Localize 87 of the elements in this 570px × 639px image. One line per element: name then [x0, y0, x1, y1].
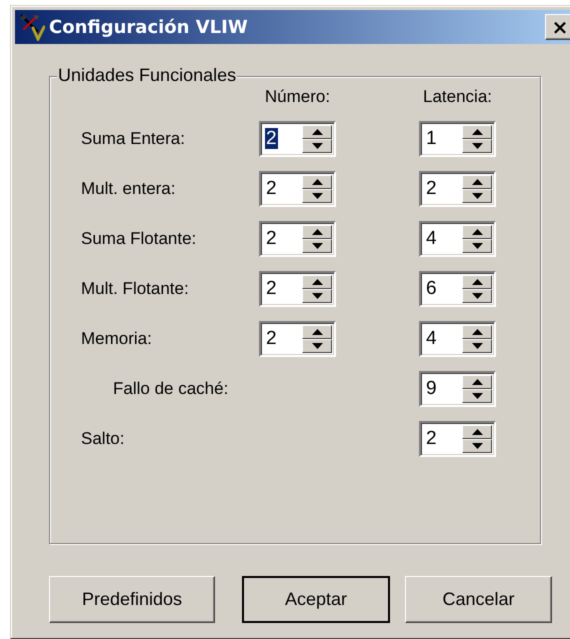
- spin-up-button[interactable]: [462, 325, 492, 339]
- up-arrow-icon: [312, 229, 322, 235]
- field-label: Mult. Flotante:: [81, 279, 190, 299]
- dialog-button[interactable]: Aceptar: [242, 576, 390, 623]
- field-label: Memoria:: [81, 329, 153, 349]
- spin-up-button[interactable]: [302, 125, 332, 139]
- spin-box[interactable]: 2: [259, 321, 336, 357]
- spin-up-button[interactable]: [302, 325, 332, 339]
- spin-box[interactable]: 2: [259, 221, 336, 257]
- spin-value: 4: [425, 228, 438, 249]
- spin-value: 2: [265, 278, 278, 299]
- up-arrow-icon: [312, 179, 322, 185]
- spin-box[interactable]: 2: [259, 271, 336, 307]
- spin-up-button[interactable]: [462, 425, 492, 439]
- spin-up-button[interactable]: [462, 125, 492, 139]
- up-arrow-icon: [472, 329, 482, 335]
- spin-down-button[interactable]: [302, 239, 332, 253]
- spin-value: 2: [265, 328, 278, 349]
- spin-up-button[interactable]: [302, 275, 332, 289]
- down-arrow-icon: [312, 193, 322, 199]
- down-arrow-icon: [312, 293, 322, 299]
- spin-down-button[interactable]: [462, 239, 492, 253]
- spin-value: 2: [265, 128, 278, 149]
- spin-value: 2: [425, 178, 438, 199]
- spin-down-button[interactable]: [462, 289, 492, 303]
- down-arrow-icon: [312, 243, 322, 249]
- spin-up-button[interactable]: [462, 225, 492, 239]
- down-arrow-icon: [472, 393, 482, 399]
- down-arrow-icon: [312, 143, 322, 149]
- up-arrow-icon: [472, 379, 482, 385]
- column-header: Latencia:: [422, 87, 493, 107]
- up-arrow-icon: [312, 129, 322, 135]
- spin-up-button[interactable]: [462, 175, 492, 189]
- spin-box[interactable]: 9: [419, 371, 496, 407]
- down-arrow-icon: [472, 143, 482, 149]
- down-arrow-icon: [472, 243, 482, 249]
- spin-value: 6: [425, 278, 438, 299]
- up-arrow-icon: [312, 329, 322, 335]
- up-arrow-icon: [472, 129, 482, 135]
- spin-value: 2: [425, 428, 438, 449]
- down-arrow-icon: [472, 343, 482, 349]
- spin-down-button[interactable]: [302, 189, 332, 203]
- field-label: Mult. entera:: [81, 179, 176, 199]
- up-arrow-icon: [472, 429, 482, 435]
- spin-down-button[interactable]: [462, 389, 492, 403]
- up-arrow-icon: [472, 279, 482, 285]
- spin-box[interactable]: 4: [419, 221, 496, 257]
- spin-value: 4: [425, 328, 438, 349]
- spin-up-button[interactable]: [302, 175, 332, 189]
- spin-box[interactable]: 6: [419, 271, 496, 307]
- spin-box[interactable]: 1: [419, 121, 496, 157]
- dialog-button[interactable]: Predefinidos: [49, 576, 215, 623]
- spin-value: 1: [425, 128, 438, 149]
- spin-box[interactable]: 2: [419, 171, 496, 207]
- close-button[interactable]: ×: [545, 14, 570, 40]
- tools-icon: [19, 13, 45, 41]
- up-arrow-icon: [312, 279, 322, 285]
- spin-box[interactable]: 2: [259, 121, 336, 157]
- spin-up-button[interactable]: [302, 225, 332, 239]
- spin-down-button[interactable]: [302, 339, 332, 353]
- down-arrow-icon: [472, 443, 482, 449]
- spin-box[interactable]: 2: [259, 171, 336, 207]
- spin-box[interactable]: 2: [419, 421, 496, 457]
- field-label: Fallo de caché:: [112, 379, 230, 399]
- field-label: Salto:: [81, 429, 126, 449]
- column-header: Número:: [264, 87, 332, 107]
- down-arrow-icon: [472, 193, 482, 199]
- spin-value: 9: [425, 378, 438, 399]
- spin-up-button[interactable]: [462, 375, 492, 389]
- spin-up-button[interactable]: [462, 275, 492, 289]
- field-label: Suma Flotante:: [81, 229, 198, 249]
- down-arrow-icon: [312, 343, 322, 349]
- spin-down-button[interactable]: [462, 139, 492, 153]
- field-label: Suma Entera:: [81, 129, 186, 149]
- up-arrow-icon: [472, 179, 482, 185]
- down-arrow-icon: [472, 293, 482, 299]
- spin-box[interactable]: 4: [419, 321, 496, 357]
- spin-down-button[interactable]: [302, 289, 332, 303]
- window-title: Configuración VLIW: [49, 16, 249, 38]
- up-arrow-icon: [472, 229, 482, 235]
- spin-down-button[interactable]: [462, 189, 492, 203]
- dialog-button[interactable]: Cancelar: [405, 576, 552, 623]
- spin-down-button[interactable]: [462, 439, 492, 453]
- spin-value: 2: [265, 178, 278, 199]
- spin-down-button[interactable]: [302, 139, 332, 153]
- spin-down-button[interactable]: [462, 339, 492, 353]
- spin-value: 2: [265, 228, 278, 249]
